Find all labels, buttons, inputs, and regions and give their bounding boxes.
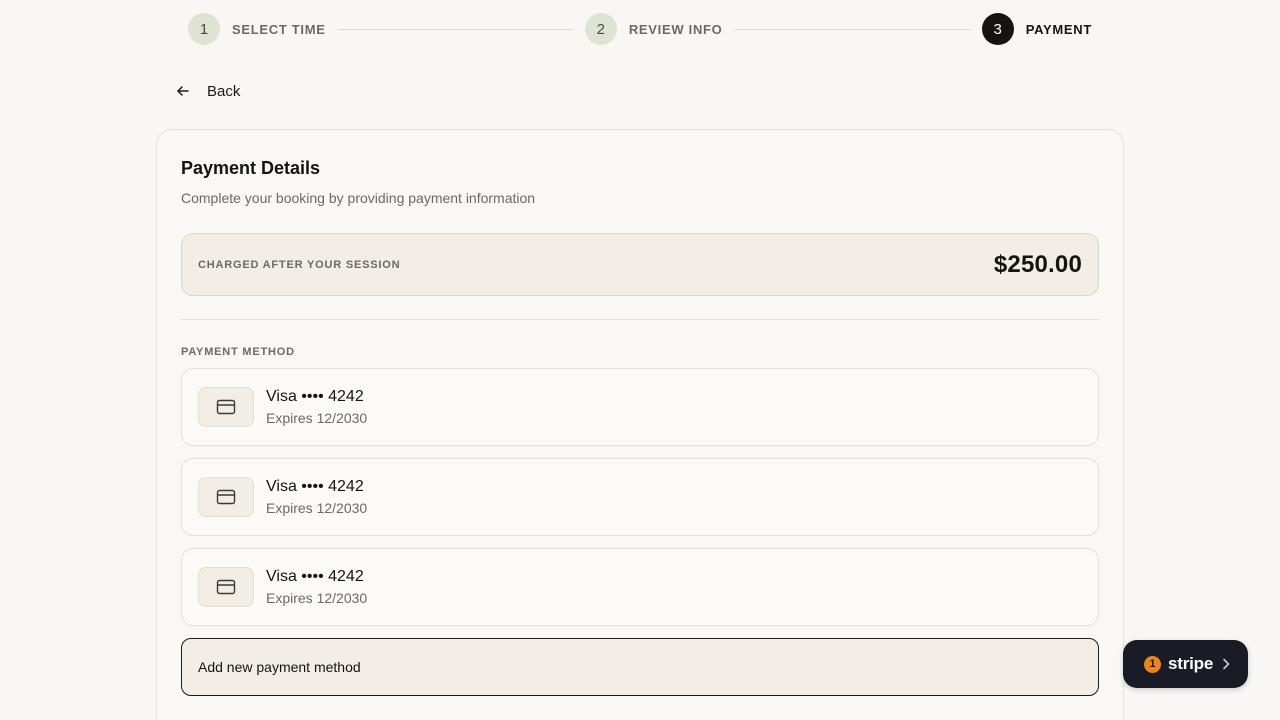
credit-card-icon xyxy=(198,477,254,517)
charge-amount: $250.00 xyxy=(993,250,1082,278)
stripe-widget-button[interactable]: 1 stripe xyxy=(1123,640,1248,688)
progress-stepper: 1 SELECT TIME 2 REVIEW INFO 3 PAYMENT xyxy=(188,13,1092,45)
charge-summary: CHARGED AFTER YOUR SESSION $250.00 xyxy=(181,233,1099,296)
step-select-time: 1 SELECT TIME xyxy=(188,13,326,45)
card-name: Visa •••• 4242 xyxy=(266,568,364,585)
page-title: Payment Details xyxy=(181,158,321,178)
payment-method-option[interactable]: Visa •••• 4242 Expires 12/2030 xyxy=(181,368,1099,446)
charge-label: CHARGED AFTER YOUR SESSION xyxy=(198,258,401,271)
notification-badge: 1 xyxy=(1144,655,1161,673)
payment-method-option[interactable]: Visa •••• 4242 Expires 12/2030 xyxy=(181,458,1099,536)
step-review-info: 2 REVIEW INFO xyxy=(584,13,723,45)
step-label: PAYMENT xyxy=(1025,21,1092,37)
back-label: Back xyxy=(207,82,241,100)
step-payment: 3 PAYMENT xyxy=(981,13,1092,45)
step-label: REVIEW INFO xyxy=(628,21,723,37)
credit-card-icon xyxy=(198,567,254,607)
step-number: 1 xyxy=(188,13,220,45)
step-number: 2 xyxy=(584,13,617,45)
credit-card-icon xyxy=(198,387,254,427)
arrow-left-icon xyxy=(174,82,192,100)
step-label: SELECT TIME xyxy=(232,21,326,37)
card-expiry: Expires 12/2030 xyxy=(266,590,368,606)
back-button[interactable]: Back xyxy=(174,78,240,104)
add-payment-method-button[interactable]: Add new payment method xyxy=(181,638,1099,696)
payment-details-card: Payment Details Complete your booking by… xyxy=(156,129,1124,720)
payment-method-option[interactable]: Visa •••• 4242 Expires 12/2030 xyxy=(181,548,1099,626)
card-expiry: Expires 12/2030 xyxy=(266,500,368,516)
card-expiry: Expires 12/2030 xyxy=(266,410,368,426)
page-subtitle: Complete your booking by providing payme… xyxy=(181,190,536,206)
card-name: Visa •••• 4242 xyxy=(266,478,364,495)
step-connector xyxy=(734,28,970,30)
card-name: Visa •••• 4242 xyxy=(266,388,364,405)
payment-method-heading: PAYMENT METHOD xyxy=(181,346,295,358)
step-connector xyxy=(337,28,573,30)
step-number: 3 xyxy=(981,13,1014,45)
divider xyxy=(181,319,1099,320)
chevron-right-icon xyxy=(1222,658,1230,670)
stripe-logo: stripe xyxy=(1168,654,1214,673)
